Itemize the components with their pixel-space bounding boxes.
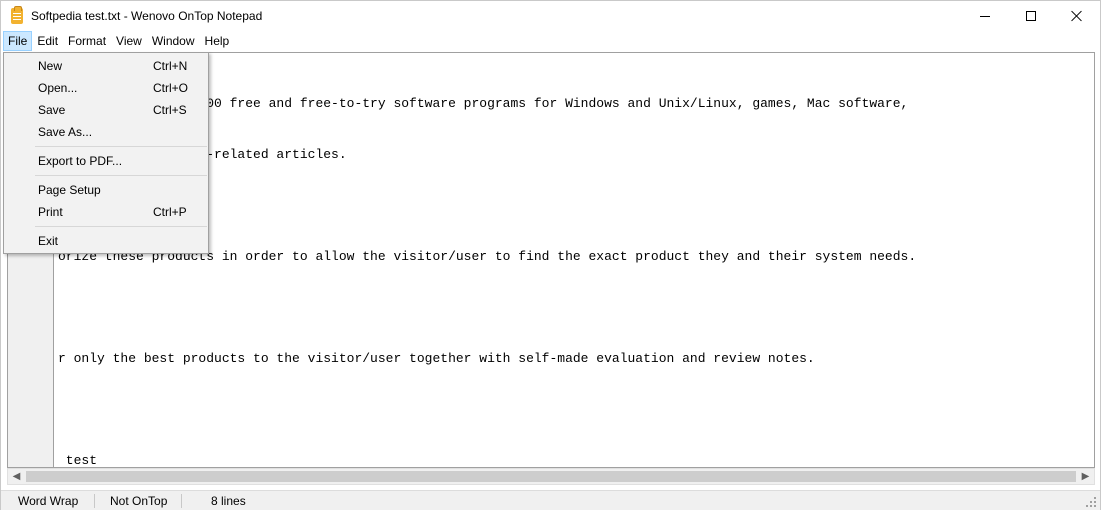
minimize-button[interactable] bbox=[962, 1, 1008, 31]
editor-line: r only the best products to the visitor/… bbox=[58, 351, 815, 366]
menu-help[interactable]: Help bbox=[200, 31, 235, 51]
menu-item-export-pdf[interactable]: Export to PDF... bbox=[5, 150, 207, 172]
menu-edit[interactable]: Edit bbox=[32, 31, 63, 51]
scrollbar-thumb[interactable] bbox=[26, 471, 1076, 482]
resize-grip-icon[interactable] bbox=[1086, 497, 1096, 507]
status-line-count: 8 lines bbox=[211, 494, 246, 508]
menu-item-label: Open... bbox=[38, 81, 78, 95]
menu-item-new[interactable]: New Ctrl+N bbox=[5, 55, 207, 77]
window-title: Softpedia test.txt - Wenovo OnTop Notepa… bbox=[31, 9, 263, 23]
scroll-left-icon[interactable]: ◀ bbox=[8, 469, 25, 484]
menu-separator bbox=[35, 175, 207, 176]
status-word-wrap[interactable]: Word Wrap bbox=[18, 494, 78, 508]
menu-item-save[interactable]: Save Ctrl+S bbox=[5, 99, 207, 121]
menu-item-label: Page Setup bbox=[38, 183, 101, 197]
menu-item-save-as[interactable]: Save As... bbox=[5, 121, 207, 143]
notepad-app-icon bbox=[11, 6, 23, 24]
notepad-window: Softpedia test.txt - Wenovo OnTop Notepa… bbox=[0, 0, 1101, 510]
status-ontop[interactable]: Not OnTop bbox=[110, 494, 167, 508]
close-button[interactable] bbox=[1054, 1, 1100, 31]
menu-item-shortcut: Ctrl+P bbox=[153, 205, 187, 219]
menu-item-label: Save As... bbox=[38, 125, 93, 139]
menu-item-label: Export to PDF... bbox=[38, 154, 123, 168]
menu-item-page-setup[interactable]: Page Setup bbox=[5, 179, 207, 201]
editor-line: test bbox=[58, 453, 98, 468]
title-bar[interactable]: Softpedia test.txt - Wenovo OnTop Notepa… bbox=[1, 1, 1100, 31]
menu-separator bbox=[35, 146, 207, 147]
minimize-icon bbox=[980, 15, 990, 17]
scroll-right-icon[interactable]: ▶ bbox=[1077, 469, 1094, 484]
maximize-button[interactable] bbox=[1008, 1, 1054, 31]
menu-item-label: Print bbox=[38, 205, 63, 219]
menu-item-label: Save bbox=[38, 103, 66, 117]
menu-bar: File Edit Format View Window Help bbox=[1, 31, 1100, 51]
horizontal-scrollbar[interactable]: ◀ ▶ bbox=[7, 468, 1095, 485]
file-menu-dropdown: New Ctrl+N Open... Ctrl+O Save Ctrl+S Sa… bbox=[3, 52, 209, 254]
menu-item-shortcut: Ctrl+N bbox=[153, 59, 188, 73]
menu-item-shortcut: Ctrl+S bbox=[153, 103, 187, 117]
menu-item-label: Exit bbox=[38, 234, 59, 248]
maximize-icon bbox=[1026, 11, 1036, 21]
menu-view[interactable]: View bbox=[111, 31, 147, 51]
menu-file[interactable]: File bbox=[3, 31, 33, 51]
status-divider bbox=[181, 494, 182, 508]
menu-separator bbox=[35, 226, 207, 227]
menu-item-open[interactable]: Open... Ctrl+O bbox=[5, 77, 207, 99]
menu-item-print[interactable]: Print Ctrl+P bbox=[5, 201, 207, 223]
close-icon bbox=[1071, 10, 1083, 22]
menu-item-exit[interactable]: Exit bbox=[5, 230, 207, 252]
menu-format[interactable]: Format bbox=[63, 31, 111, 51]
menu-item-shortcut: Ctrl+O bbox=[153, 81, 189, 95]
menu-item-label: New bbox=[38, 59, 63, 73]
menu-window[interactable]: Window bbox=[147, 31, 200, 51]
status-divider bbox=[94, 494, 95, 508]
status-bar: Word Wrap Not OnTop 8 lines bbox=[1, 490, 1100, 510]
